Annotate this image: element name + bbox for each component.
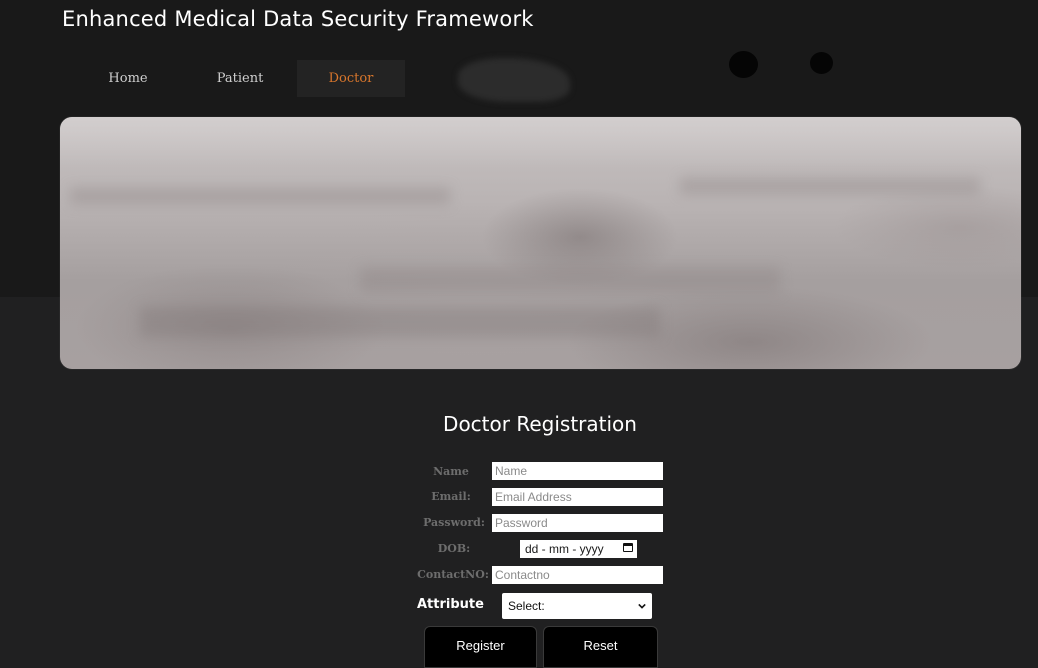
name-field[interactable] — [492, 462, 663, 480]
black-dot — [810, 52, 833, 74]
register-button[interactable]: Register — [424, 626, 537, 668]
hero-texture — [360, 267, 780, 293]
hero-highlight — [60, 117, 1021, 167]
app-title: Enhanced Medical Data Security Framework — [62, 7, 534, 31]
redacted-smudge — [458, 58, 570, 102]
dob-label: DOB: — [437, 542, 471, 555]
dob-date-text: dd - mm - yyyy — [525, 542, 604, 556]
black-dot — [729, 51, 758, 78]
attribute-selected-value: Select: — [508, 599, 545, 613]
hero-texture — [680, 177, 980, 195]
email-label: Email: — [431, 490, 471, 503]
contact-label: ContactNO: — [417, 568, 489, 581]
password-label: Password: — [423, 516, 485, 529]
password-field[interactable] — [492, 514, 663, 532]
hero-texture — [70, 187, 450, 205]
chevron-down-icon — [638, 603, 646, 609]
hero-banner-image — [60, 117, 1021, 369]
nav-patient[interactable]: Patient — [202, 60, 278, 97]
nav-home[interactable]: Home — [90, 60, 166, 97]
dob-date-field[interactable]: dd - mm - yyyy — [520, 540, 637, 558]
attribute-label: Attribute — [417, 597, 484, 612]
email-field[interactable] — [492, 488, 663, 506]
calendar-icon[interactable] — [623, 543, 633, 552]
contact-field[interactable] — [492, 566, 663, 584]
reset-button[interactable]: Reset — [543, 626, 658, 668]
name-label: Name — [433, 465, 469, 478]
page: Enhanced Medical Data Security Framework… — [0, 0, 1038, 668]
attribute-select[interactable]: Select: — [502, 593, 652, 619]
hero-texture — [140, 307, 660, 337]
nav-doctor[interactable]: Doctor — [297, 60, 405, 97]
form-title: Doctor Registration — [443, 412, 637, 436]
